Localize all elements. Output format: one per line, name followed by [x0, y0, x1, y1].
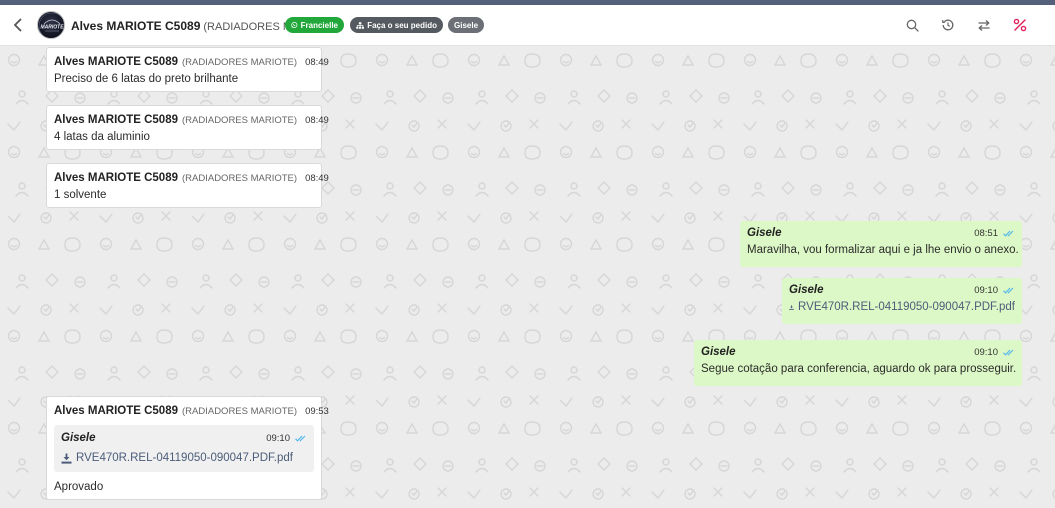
- message-text: 1 solvente: [54, 189, 107, 201]
- search-icon: [906, 19, 919, 32]
- download-icon: [61, 453, 72, 464]
- message-company: (RADIADORES MARIOTE): [182, 115, 298, 126]
- message-time: 08:49: [305, 115, 329, 126]
- transfer-button[interactable]: [976, 17, 992, 33]
- message-sender: Gisele: [789, 284, 824, 296]
- message-company: (RADIADORES MARIOTE): [182, 173, 298, 184]
- message-company: (RADIADORES MARIOTE): [182, 406, 298, 417]
- download-icon: [789, 304, 794, 310]
- discount-button[interactable]: [1012, 17, 1028, 33]
- message-header: Gisele 08:51: [747, 227, 1015, 239]
- message-time: 09:10: [974, 347, 998, 358]
- read-receipt-icon: [1003, 287, 1014, 294]
- message-text: Maravilha, vou formalizar aqui e ja lhe …: [747, 244, 1019, 256]
- message-time: 08:49: [305, 57, 329, 68]
- file-name: RVE470R.REL-04119050-090047.PDF.pdf: [76, 452, 293, 464]
- message-text: 4 latas da aluminio: [54, 131, 150, 143]
- history-icon: [941, 19, 954, 31]
- message-bubble-incoming[interactable]: Alves MARIOTE C5089 (RADIADORES MARIOTE) …: [46, 47, 329, 92]
- read-receipt-icon: [1003, 349, 1014, 356]
- message-company: (RADIADORES MARIOTE): [182, 57, 298, 68]
- message-sender: Alves MARIOTE C5089: [54, 172, 178, 184]
- quoted-message-header: Gisele 09:10: [61, 432, 307, 444]
- history-button[interactable]: [940, 17, 956, 33]
- tag-label: Francielle: [300, 20, 338, 30]
- quoted-message[interactable]: Gisele 09:10 RVE470R.REL-04119050-090047…: [54, 425, 314, 472]
- message-header: Gisele 09:10: [701, 346, 1015, 358]
- sitemap-icon: [356, 21, 364, 29]
- read-receipt-icon: [295, 435, 306, 442]
- back-button[interactable]: [8, 15, 28, 35]
- message-header: Alves MARIOTE C5089 (RADIADORES MARIOTE) …: [54, 54, 329, 68]
- transfer-icon: [978, 19, 990, 31]
- message-time: 09:10: [974, 285, 998, 296]
- message-bubble-outgoing[interactable]: Gisele 09:10 RVE470R.REL-04119050-090047…: [782, 278, 1022, 324]
- read-receipt-icon: [1003, 230, 1014, 237]
- message-bubble-outgoing[interactable]: Gisele 08:51 Maravilha, vou formalizar a…: [740, 221, 1022, 267]
- message-time: 08:49: [305, 173, 329, 184]
- message-text: Segue cotação para conferencia, aguardo …: [701, 363, 1017, 375]
- message-sender: Alves MARIOTE C5089: [54, 405, 178, 417]
- avatar[interactable]: MARIOTE: [37, 11, 65, 39]
- message-bubble-incoming[interactable]: Alves MARIOTE C5089 (RADIADORES MARIOTE) …: [46, 163, 329, 208]
- file-attachment-link[interactable]: RVE470R.REL-04119050-090047.PDF.pdf: [789, 301, 1015, 313]
- message-bubble-incoming[interactable]: Alves MARIOTE C5089 (RADIADORES MARIOTE) …: [46, 396, 329, 500]
- contact-name-text: Alves MARIOTE C5089: [71, 19, 201, 33]
- message-sender: Gisele: [701, 346, 736, 358]
- whatsapp-icon: [291, 21, 298, 29]
- chevron-left-icon: [13, 18, 22, 32]
- chat-area[interactable]: Alves MARIOTE C5089 (RADIADORES MARIOTE) …: [0, 46, 1055, 508]
- message-header: Alves MARIOTE C5089 (RADIADORES MARIOTE) …: [54, 403, 329, 417]
- search-button[interactable]: [904, 17, 920, 33]
- chat-header: MARIOTE Alves MARIOTE C5089 (RADIADORES M…: [0, 5, 1055, 46]
- message-time: 08:51: [974, 228, 998, 239]
- message-time: 09:53: [305, 406, 329, 417]
- tag-label: Gisele: [454, 20, 479, 30]
- message-sender: Alves MARIOTE C5089: [54, 114, 178, 126]
- mariote-logo: MARIOTE: [38, 12, 64, 38]
- message-bubble-outgoing[interactable]: Gisele 09:10 Segue cotação para conferen…: [694, 340, 1022, 386]
- tag-faca-o-seu-pedido[interactable]: Faça o seu pedido: [350, 17, 443, 33]
- tag-francielle[interactable]: Francielle: [285, 17, 344, 33]
- file-name: RVE470R.REL-04119050-090047.PDF.pdf: [798, 301, 1015, 313]
- message-header: Alves MARIOTE C5089 (RADIADORES MARIOTE) …: [54, 112, 329, 126]
- quoted-sender: Gisele: [61, 432, 96, 444]
- message-bubble-incoming[interactable]: Alves MARIOTE C5089 (RADIADORES MARIOTE) …: [46, 105, 329, 150]
- quoted-time: 09:10: [266, 433, 290, 444]
- percent-icon: [1013, 18, 1027, 32]
- file-attachment-link[interactable]: RVE470R.REL-04119050-090047.PDF.pdf: [61, 452, 307, 464]
- svg-text:MARIOTE: MARIOTE: [40, 25, 64, 31]
- message-text: Aprovado: [54, 481, 104, 493]
- message-sender: Gisele: [747, 227, 782, 239]
- message-sender: Alves MARIOTE C5089: [54, 56, 178, 68]
- tag-gisele[interactable]: Gisele: [448, 17, 484, 33]
- message-header: Gisele 09:10: [789, 284, 1015, 296]
- message-text: Preciso de 6 latas do preto brilhante: [54, 73, 239, 85]
- message-header: Alves MARIOTE C5089 (RADIADORES MARIOTE) …: [54, 170, 329, 184]
- tag-label: Faça o seu pedido: [367, 20, 437, 30]
